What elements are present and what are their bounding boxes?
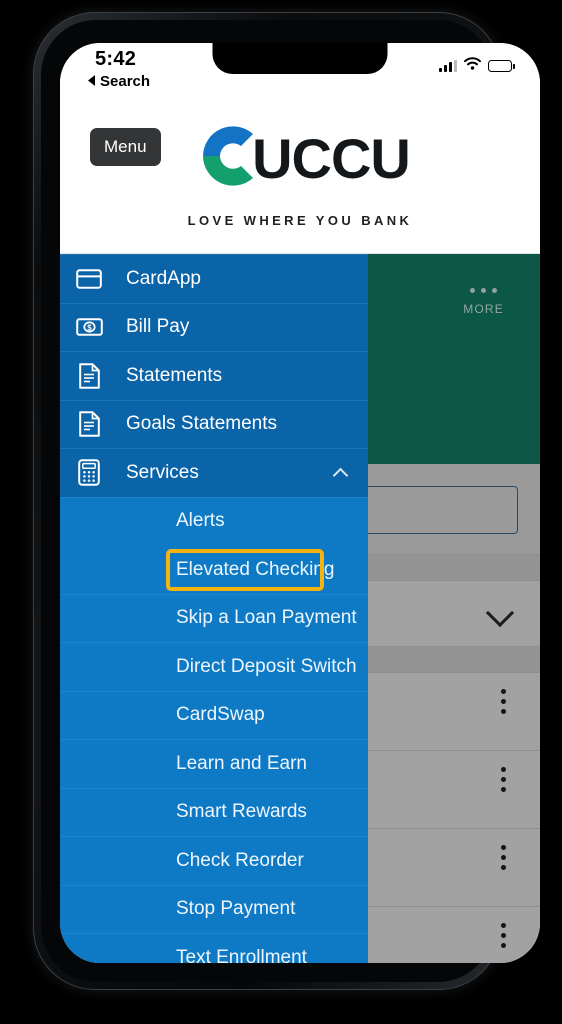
document-icon <box>74 409 104 439</box>
vertical-dots-icon[interactable] <box>501 767 506 792</box>
nav-item-label: Statements <box>126 364 223 386</box>
submenu-item-label: Check Reorder <box>176 849 304 871</box>
submenu-item-smart-rewards[interactable]: Smart Rewards <box>60 787 368 837</box>
submenu-item-skip-a-loan-payment[interactable]: Skip a Loan Payment <box>60 593 368 643</box>
services-submenu: Alerts Elevated Checking Skip a Loan Pay… <box>60 496 368 963</box>
submenu-item-label: Text Enrollment <box>176 946 307 963</box>
submenu-item-learn-and-earn[interactable]: Learn and Earn <box>60 739 368 788</box>
submenu-item-label: Alerts <box>176 510 225 532</box>
battery-low-power-icon <box>488 60 515 72</box>
phone-screen: MORE U BANK ey r <box>60 43 540 963</box>
nav-item-goals-statements[interactable]: Goals Statements <box>60 399 368 449</box>
submenu-item-elevated-checking[interactable]: Elevated Checking <box>60 545 368 594</box>
submenu-item-label: Learn and Earn <box>176 752 307 774</box>
credit-card-icon <box>74 264 104 294</box>
brand-logo: UCCU LOVE WHERE YOU BANK <box>60 121 540 228</box>
back-to-search-label: Search <box>100 73 151 90</box>
submenu-item-label: Elevated Checking <box>176 558 335 580</box>
vertical-dots-icon[interactable] <box>501 845 506 870</box>
nav-item-label: Services <box>126 461 199 483</box>
submenu-item-text-enrollment[interactable]: Text Enrollment <box>60 933 368 963</box>
document-icon <box>74 361 104 391</box>
nav-item-label: Goals Statements <box>126 413 278 435</box>
submenu-item-check-reorder[interactable]: Check Reorder <box>60 836 368 885</box>
calculator-icon <box>74 458 104 488</box>
submenu-item-label: Skip a Loan Payment <box>176 607 357 629</box>
wifi-icon <box>464 57 481 75</box>
nav-item-cardapp[interactable]: CardApp <box>60 254 368 303</box>
brand-header: Menu UCCU LOVE WHERE YOU BANK <box>60 99 540 254</box>
brand-tagline: LOVE WHERE YOU BANK <box>187 213 413 228</box>
submenu-item-label: Smart Rewards <box>176 801 307 823</box>
nav-item-services[interactable]: Services <box>60 448 368 497</box>
phone-frame: MORE U BANK ey r <box>33 12 540 990</box>
submenu-item-cardswap[interactable]: CardSwap <box>60 690 368 740</box>
nav-item-bill-pay[interactable]: $ Bill Pay <box>60 302 368 352</box>
navigation-drawer: CardApp $ Bill Pay Statements Goals Stat… <box>60 254 368 963</box>
more-label: MORE <box>463 302 504 316</box>
submenu-item-direct-deposit-switch[interactable]: Direct Deposit Switch <box>60 642 368 691</box>
phone-notch <box>212 43 388 74</box>
chevron-down-icon[interactable] <box>485 598 515 628</box>
submenu-item-label: Stop Payment <box>176 898 296 920</box>
banknote-dollar-icon: $ <box>74 312 104 342</box>
status-time: 5:42 <box>95 48 137 70</box>
submenu-item-alerts[interactable]: Alerts <box>60 496 368 546</box>
nav-item-label: Bill Pay <box>126 316 190 338</box>
status-indicators <box>439 57 515 75</box>
horizontal-dots-icon <box>470 288 498 293</box>
vertical-dots-icon[interactable] <box>501 689 506 714</box>
submenu-item-label: Direct Deposit Switch <box>176 655 357 677</box>
triangle-left-icon <box>88 73 96 90</box>
back-to-search-link[interactable]: Search <box>88 73 150 90</box>
svg-text:$: $ <box>87 324 92 333</box>
nav-item-label: CardApp <box>126 267 201 289</box>
cellular-signal-icon <box>439 60 457 72</box>
submenu-item-stop-payment[interactable]: Stop Payment <box>60 884 368 934</box>
vertical-dots-icon[interactable] <box>501 923 506 948</box>
brand-wordmark: UCCU <box>252 126 411 190</box>
chevron-up-icon[interactable] <box>332 467 349 484</box>
submenu-item-label: CardSwap <box>176 704 265 726</box>
background-more-button[interactable]: MORE <box>463 288 504 316</box>
nav-item-statements[interactable]: Statements <box>60 351 368 400</box>
